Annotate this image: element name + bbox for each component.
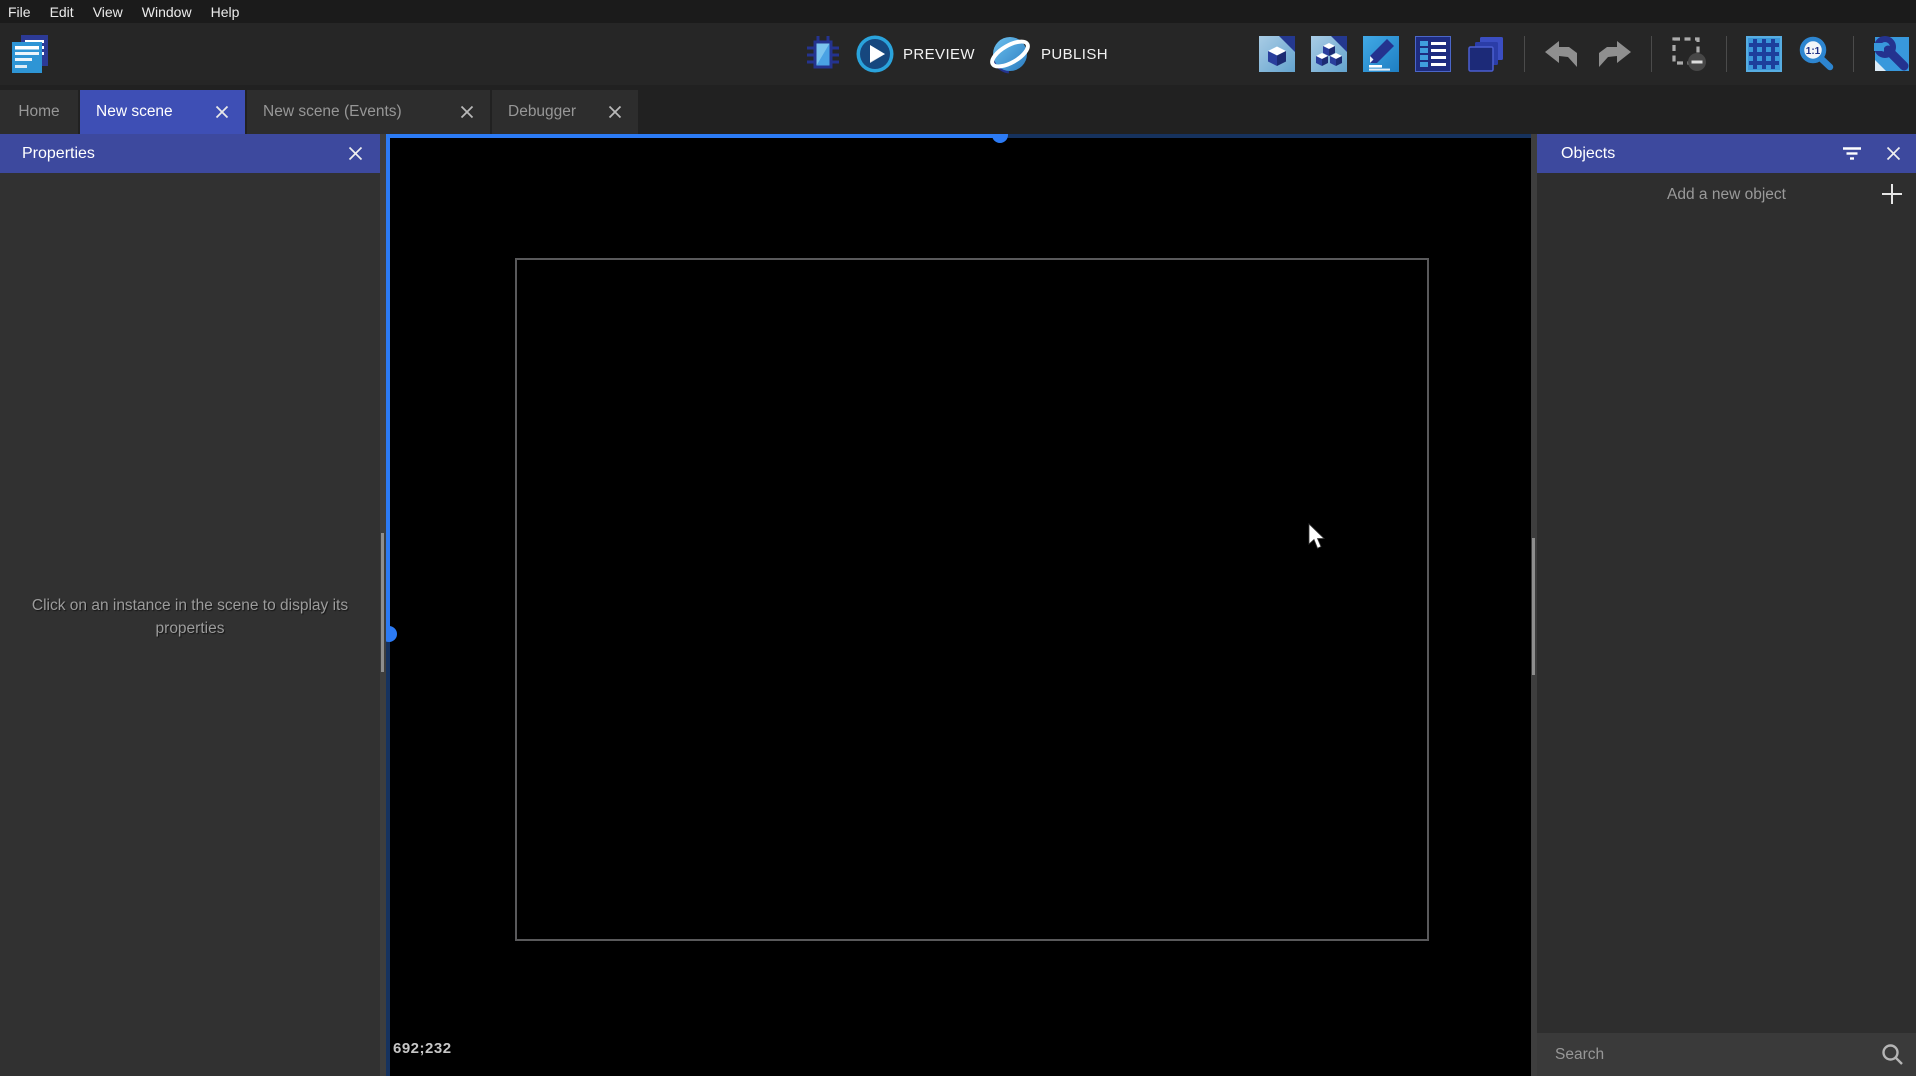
objects-panel: Objects Add a new object (1537, 134, 1916, 1076)
tab-new-scene-events-label: New scene (Events) (263, 103, 402, 120)
properties-panel: Properties Click on an instance in the s… (0, 134, 380, 1076)
zoom-1-1-icon[interactable]: 1:1 (1798, 36, 1834, 72)
publish-button[interactable]: PUBLISH (988, 32, 1108, 76)
horizontal-scrollbar-track[interactable] (386, 134, 998, 138)
splitter-handle (1532, 538, 1535, 675)
mouse-cursor-icon (1308, 523, 1326, 555)
tab-close-icon[interactable] (460, 105, 474, 119)
toolbar-center-group: PREVIEW PUBLISH (803, 23, 1108, 85)
add-new-object-button[interactable]: Add a new object (1537, 173, 1916, 216)
tab-close-icon[interactable] (215, 105, 229, 119)
tab-new-scene[interactable]: New scene (80, 90, 245, 134)
menu-file[interactable]: File (8, 4, 31, 20)
close-icon[interactable] (1886, 146, 1901, 161)
pencil-edit-icon[interactable] (1363, 36, 1399, 72)
preview-label: PREVIEW (903, 45, 975, 63)
objects-cubes-icon[interactable] (1311, 36, 1347, 72)
scene-editor-canvas[interactable]: 692;232 (386, 134, 1531, 1076)
objects-panel-title: Objects (1561, 144, 1616, 162)
menu-view[interactable]: View (93, 4, 123, 20)
deselect-icon[interactable] (1671, 36, 1707, 72)
vertical-scrollbar-track[interactable] (386, 627, 390, 1076)
svg-text:1:1: 1:1 (1806, 46, 1821, 57)
menu-help[interactable]: Help (211, 4, 240, 20)
splitter-handle (381, 533, 384, 672)
menu-bar: File Edit View Window Help (0, 0, 1916, 23)
debug-icon[interactable] (803, 34, 843, 74)
plus-icon[interactable] (1881, 183, 1903, 205)
undo-icon[interactable] (1544, 40, 1580, 68)
add-new-object-label: Add a new object (1667, 185, 1786, 203)
toolbar-separator (1524, 36, 1525, 72)
scene-cube-page-icon[interactable] (1259, 36, 1295, 72)
preview-play-icon (856, 35, 894, 73)
project-manager-icon[interactable] (8, 32, 52, 76)
toolbar: PREVIEW PUBLISH 1:1 (0, 23, 1916, 85)
objects-list-empty-area[interactable] (1537, 216, 1916, 1033)
scene-window-frame (515, 258, 1429, 941)
properties-panel-header: Properties (0, 134, 380, 173)
toolbar-separator (1651, 36, 1652, 72)
cursor-coordinates: 692;232 (393, 1040, 452, 1057)
menu-window[interactable]: Window (142, 4, 192, 20)
toolbar-separator (1853, 36, 1854, 72)
close-icon[interactable] (348, 146, 363, 161)
publish-globe-icon (988, 32, 1032, 76)
preview-button[interactable]: PREVIEW (856, 35, 975, 73)
filter-icon[interactable] (1842, 146, 1862, 161)
tab-new-scene-label: New scene (96, 103, 173, 120)
search-input[interactable] (1555, 1045, 1881, 1064)
properties-panel-title: Properties (22, 144, 95, 162)
toolbar-separator (1726, 36, 1727, 72)
toolbar-right-group: 1:1 (1259, 23, 1911, 85)
objects-search-bar (1537, 1033, 1916, 1076)
tab-debugger[interactable]: Debugger (492, 90, 638, 134)
tab-close-icon[interactable] (608, 105, 622, 119)
tab-home-label: Home (18, 103, 60, 120)
tab-debugger-label: Debugger (508, 103, 577, 120)
horizontal-scrollbar-track[interactable] (998, 134, 1531, 138)
main-area: Properties Click on an instance in the s… (0, 134, 1916, 1076)
properties-empty-message: Click on an instance in the scene to dis… (31, 597, 349, 637)
list-properties-icon[interactable] (1415, 36, 1451, 72)
tab-home[interactable]: Home (0, 90, 78, 134)
vertical-scrollbar-track[interactable] (386, 138, 390, 627)
layers-icon[interactable] (1467, 35, 1505, 73)
horizontal-scrollbar-thumb[interactable] (992, 134, 1008, 143)
gdevelop-window: File Edit View Window Help PREVIEW PUBLI… (0, 0, 1916, 1076)
grid-icon[interactable] (1746, 36, 1782, 72)
objects-panel-header: Objects (1537, 134, 1916, 173)
redo-icon[interactable] (1596, 40, 1632, 68)
tab-bar: Home New scene New scene (Events) Debugg… (0, 85, 1916, 134)
tab-new-scene-events[interactable]: New scene (Events) (247, 90, 490, 134)
wrench-file-icon[interactable] (1873, 35, 1911, 73)
menu-edit[interactable]: Edit (50, 4, 74, 20)
search-icon[interactable] (1881, 1043, 1904, 1066)
vertical-scrollbar-thumb[interactable] (386, 626, 397, 642)
publish-label: PUBLISH (1040, 45, 1108, 63)
